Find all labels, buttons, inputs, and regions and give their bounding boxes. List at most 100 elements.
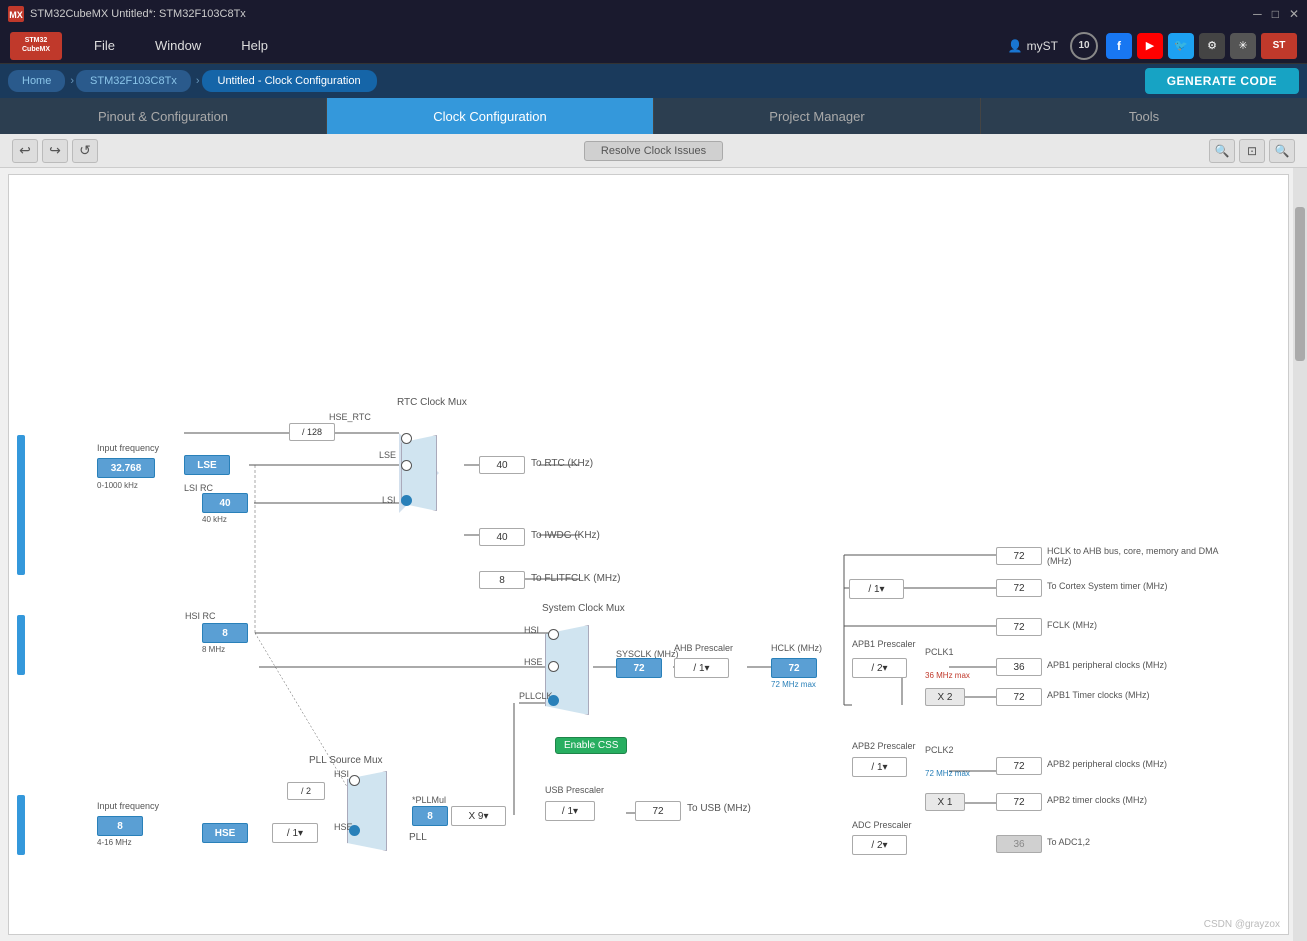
apb1-timer-box[interactable]: 72 bbox=[996, 688, 1042, 706]
nav-arrow-2: › bbox=[196, 75, 200, 87]
pclk2-max-label: 72 MHz max bbox=[925, 769, 970, 778]
reset-button[interactable]: ↺ bbox=[72, 139, 98, 163]
lse-freq-range: 0-1000 kHz bbox=[97, 481, 138, 490]
title-text: STM32CubeMX Untitled*: STM32F103C8Tx bbox=[30, 8, 1253, 20]
hclk-box[interactable]: 72 bbox=[771, 658, 817, 678]
adc-out-box[interactable]: 36 bbox=[996, 835, 1042, 853]
hse-128-box[interactable]: / 128 bbox=[289, 423, 335, 441]
diagram-container: Input frequency 32.768 0-1000 kHz LSE LS… bbox=[0, 168, 1307, 941]
apb1-dropdown[interactable]: / 2▾ bbox=[852, 658, 907, 678]
sys-pll-radio[interactable] bbox=[548, 695, 559, 706]
flit-box[interactable]: 8 bbox=[479, 571, 525, 589]
hsi-rc-label: HSI RC bbox=[185, 611, 216, 621]
hsi-rc-box[interactable]: 8 bbox=[202, 623, 248, 643]
lse-freq-box[interactable]: 32.768 bbox=[97, 458, 155, 478]
hse-freq-box[interactable]: 8 bbox=[97, 816, 143, 836]
watermark: CSDN @grayzox bbox=[1204, 919, 1280, 930]
lsi-rc-box[interactable]: 40 bbox=[202, 493, 248, 513]
x1-box: X 1 bbox=[925, 793, 965, 811]
rtc-lse-radio[interactable] bbox=[401, 460, 412, 471]
sparkle-icon[interactable]: ✳ bbox=[1230, 33, 1256, 59]
zoom-in-button[interactable]: 🔍 bbox=[1209, 139, 1235, 163]
cortex-div-dropdown[interactable]: / 1▾ bbox=[849, 579, 904, 599]
badge-icon: 10 bbox=[1070, 32, 1098, 60]
rtc-clock-mux-label: RTC Clock Mux bbox=[397, 397, 467, 408]
pll-label: PLL bbox=[409, 832, 427, 843]
menu-help[interactable]: Help bbox=[235, 36, 274, 55]
pll-hse-radio[interactable] bbox=[349, 825, 360, 836]
usb-out-box[interactable]: 72 bbox=[635, 801, 681, 821]
nav-active-tab[interactable]: Untitled - Clock Configuration bbox=[202, 70, 377, 92]
usb-presc-dropdown[interactable]: / 1▾ bbox=[545, 801, 595, 821]
ahb-dropdown[interactable]: / 1▾ bbox=[674, 658, 729, 678]
sys-clk-mux-label: System Clock Mux bbox=[542, 603, 625, 614]
apb2-timer-box[interactable]: 72 bbox=[996, 793, 1042, 811]
close-button[interactable]: ✕ bbox=[1289, 7, 1299, 21]
undo-button[interactable]: ↩ bbox=[12, 139, 38, 163]
diagram-canvas: Input frequency 32.768 0-1000 kHz LSE LS… bbox=[8, 174, 1289, 935]
apb2-dropdown[interactable]: / 1▾ bbox=[852, 757, 907, 777]
lse-box[interactable]: LSE bbox=[184, 455, 230, 475]
hse-freq-range: 4-16 MHz bbox=[97, 838, 132, 847]
minimize-button[interactable]: ─ bbox=[1253, 7, 1262, 21]
adc-dropdown[interactable]: / 2▾ bbox=[852, 835, 907, 855]
rtc-lsi-radio[interactable] bbox=[401, 495, 412, 506]
usb-label: To USB (MHz) bbox=[687, 803, 751, 814]
app-icon: MX bbox=[8, 6, 24, 22]
cortex-box[interactable]: 72 bbox=[996, 579, 1042, 597]
twitter-icon[interactable]: 🐦 bbox=[1168, 33, 1194, 59]
apb2-peri-box[interactable]: 72 bbox=[996, 757, 1042, 775]
pll-source-mux-label: PLL Source Mux bbox=[309, 755, 383, 766]
rtc-hse-radio[interactable] bbox=[401, 433, 412, 444]
menu-window[interactable]: Window bbox=[149, 36, 207, 55]
tab-clock[interactable]: Clock Configuration bbox=[327, 98, 654, 134]
facebook-icon[interactable]: f bbox=[1106, 33, 1132, 59]
generate-code-button[interactable]: GENERATE CODE bbox=[1145, 68, 1299, 94]
rtc-out-box[interactable]: 40 bbox=[479, 456, 525, 474]
maximize-button[interactable]: □ bbox=[1272, 7, 1279, 21]
hse-rtc-label: HSE_RTC bbox=[329, 412, 371, 422]
hclk-ahb-label: HCLK to AHB bus, core, memory and DMA (M… bbox=[1047, 546, 1227, 566]
fit-button[interactable]: ⊡ bbox=[1239, 139, 1265, 163]
youtube-icon[interactable]: ▶ bbox=[1137, 33, 1163, 59]
scroll-thumb[interactable] bbox=[1295, 207, 1305, 362]
enable-css-button[interactable]: Enable CSS bbox=[555, 737, 627, 754]
zoom-out-button[interactable]: 🔍 bbox=[1269, 139, 1295, 163]
tab-pinout[interactable]: Pinout & Configuration bbox=[0, 98, 327, 134]
left-accent2 bbox=[17, 615, 25, 675]
sys-hsi-radio[interactable] bbox=[548, 629, 559, 640]
hse-div1-dropdown[interactable]: / 1▾ bbox=[272, 823, 318, 843]
rtc-out-label: To RTC (KHz) bbox=[531, 458, 593, 469]
hse-input-freq-label: Input frequency bbox=[97, 801, 159, 811]
x2-box: X 2 bbox=[925, 688, 965, 706]
main-content: Input frequency 32.768 0-1000 kHz LSE LS… bbox=[0, 168, 1307, 941]
tab-project[interactable]: Project Manager bbox=[654, 98, 981, 134]
sys-hse-radio[interactable] bbox=[548, 661, 559, 672]
nav-home[interactable]: Home bbox=[8, 70, 65, 92]
pllmul-label: *PLLMul bbox=[412, 795, 446, 805]
nav-chip[interactable]: STM32F103C8Tx bbox=[76, 70, 191, 92]
hsi-div2-box[interactable]: / 2 bbox=[287, 782, 325, 800]
scrollbar[interactable] bbox=[1293, 168, 1307, 941]
st-logo: ST bbox=[1261, 33, 1297, 59]
nav-arrow-1: › bbox=[70, 75, 74, 87]
connection-lines bbox=[9, 175, 1249, 855]
redo-button[interactable]: ↪ bbox=[42, 139, 68, 163]
titlebar: MX STM32CubeMX Untitled*: STM32F103C8Tx … bbox=[0, 0, 1307, 28]
resolve-clock-issues-button[interactable]: Resolve Clock Issues bbox=[584, 141, 723, 161]
pll-mul-box[interactable]: 8 bbox=[412, 806, 448, 826]
fclk-box[interactable]: 72 bbox=[996, 618, 1042, 636]
iwdg-box[interactable]: 40 bbox=[479, 528, 525, 546]
pll-mul-dropdown[interactable]: X 9▾ bbox=[451, 806, 506, 826]
hse-box[interactable]: HSE bbox=[202, 823, 248, 843]
sysclk-box[interactable]: 72 bbox=[616, 658, 662, 678]
hsi-pll-label: HSI bbox=[334, 769, 349, 779]
fclk-label: FCLK (MHz) bbox=[1047, 620, 1097, 630]
tab-tools[interactable]: Tools bbox=[981, 98, 1307, 134]
menu-file[interactable]: File bbox=[88, 36, 121, 55]
github-icon[interactable]: ⚙ bbox=[1199, 33, 1225, 59]
hclk-ahb-box[interactable]: 72 bbox=[996, 547, 1042, 565]
apb1-peri-box[interactable]: 36 bbox=[996, 658, 1042, 676]
myst-button[interactable]: 👤 myST bbox=[1008, 39, 1058, 53]
pll-hsi-radio[interactable] bbox=[349, 775, 360, 786]
